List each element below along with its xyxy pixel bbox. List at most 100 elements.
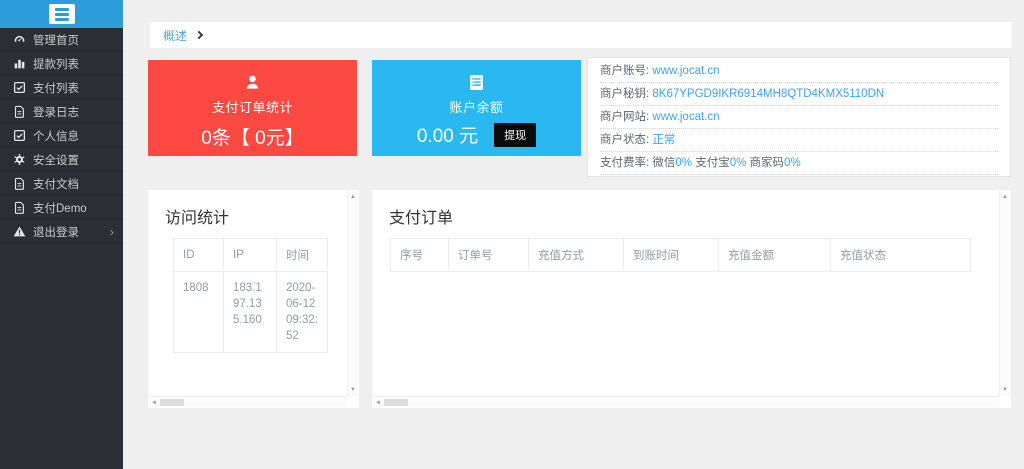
info-value-link[interactable]: 正常 (652, 134, 675, 146)
scroll-down-icon[interactable]: ▼ (348, 386, 358, 394)
list-icon (372, 60, 581, 92)
sidebar-item-profile[interactable]: 个人信息 (0, 124, 123, 148)
info-value-link[interactable]: 8K67YPGD9IKR6914MH8QTD4KMX5110DN (652, 88, 884, 100)
table-row: 1808183.197.135.1602020-06-12 09:32:52 (174, 272, 328, 353)
breadcrumb-link-overview[interactable]: 概述 (163, 27, 187, 44)
sidebar-menu: 管理首页提款列表支付列表登录日志个人信息安全设置支付文档支付Demo 退出登录 › (0, 28, 123, 244)
payment-stats-card: 支付订单统计 0条【 0元】 (148, 60, 357, 156)
chevron-right-icon (195, 30, 203, 38)
gears-icon (13, 153, 27, 166)
scroll-left-icon[interactable]: ◄ (375, 399, 381, 407)
column-header: 充值金额 (719, 239, 831, 272)
table-header-row: 序号订单号充值方式到账时间充值金额充值状态 (391, 239, 971, 272)
info-label: 商户状态: (600, 134, 652, 146)
warning-icon (13, 225, 27, 238)
column-header: 订单号 (449, 239, 529, 272)
sidebar-item-label: 支付Demo (33, 200, 87, 216)
chevron-right-icon: › (110, 226, 114, 238)
info-value-link[interactable]: www.jocat.cn (652, 65, 719, 77)
vertical-scrollbar[interactable]: ▲ ▼ (347, 191, 358, 396)
menu-icon[interactable] (49, 4, 75, 24)
horizontal-scrollbar[interactable]: ◄ (149, 396, 347, 407)
info-label: 商家码 (746, 157, 784, 169)
visit-stats-title: 访问统计 (148, 190, 359, 238)
sidebar-item-label: 登录日志 (33, 104, 79, 120)
merchant-info-row: 支付费率: 微信0% 支付宝0% 商家码0% (600, 152, 998, 175)
user-icon (148, 60, 357, 92)
table-cell: 2020-06-12 09:32:52 (277, 272, 328, 353)
sidebar-item-label: 支付文档 (33, 176, 79, 192)
sidebar-header (0, 0, 123, 28)
payment-stats-value: 0条【 0元】 (148, 123, 357, 150)
info-label: 支付宝 (692, 157, 730, 169)
info-label: 微信 (652, 157, 675, 169)
file-icon (13, 105, 27, 118)
sidebar: 管理首页提款列表支付列表登录日志个人信息安全设置支付文档支付Demo 退出登录 › (0, 0, 123, 469)
sidebar-item-label: 提款列表 (33, 56, 79, 72)
dashboard-icon (13, 33, 27, 46)
info-label: 支付费率: (600, 157, 652, 169)
file-icon (13, 177, 27, 190)
scroll-left-icon[interactable]: ◄ (151, 399, 157, 407)
table-cell: 1808 (174, 272, 224, 353)
column-header: 到账时间 (624, 239, 719, 272)
check-square-icon (13, 129, 27, 142)
sidebar-item-logout[interactable]: 退出登录 › (0, 220, 123, 244)
payment-stats-title: 支付订单统计 (148, 97, 357, 116)
info-value-link[interactable]: 0% (730, 157, 747, 169)
column-header: 充值状态 (831, 239, 971, 272)
merchant-info-row: 昨日收款: 0，今日收款: 0 (600, 175, 998, 177)
table-cell: 183.197.135.160 (224, 272, 277, 353)
scroll-up-icon[interactable]: ▲ (348, 193, 358, 201)
payment-orders-table: 序号订单号充值方式到账时间充值金额充值状态 (390, 238, 971, 272)
visit-stats-panel: 访问统计 IDIP时间1808183.197.135.1602020-06-12… (148, 190, 359, 408)
sidebar-item-payment-docs[interactable]: 支付文档 (0, 172, 123, 196)
scrollbar-thumb[interactable] (160, 399, 184, 406)
sidebar-item-security-settings[interactable]: 安全设置 (0, 148, 123, 172)
column-header: 序号 (391, 239, 449, 272)
sidebar-item-label: 退出登录 (33, 224, 79, 240)
scroll-up-icon[interactable]: ▲ (1000, 193, 1010, 201)
sidebar-item-label: 支付列表 (33, 80, 79, 96)
sidebar-item-login-log[interactable]: 登录日志 (0, 100, 123, 124)
bar-chart-icon (13, 57, 27, 70)
main-content: 概述 支付订单统计 0条【 0元】 账户余额 0.00 元 提现 商户账号: w… (123, 0, 1024, 469)
column-header: 充值方式 (529, 239, 624, 272)
merchant-info-row: 商户账号: www.jocat.cn (600, 60, 998, 83)
merchant-info-panel: 商户账号: www.jocat.cn商户秘钥: 8K67YPGD9IKR6914… (587, 57, 1011, 177)
table-header-row: IDIP时间 (174, 239, 328, 272)
sidebar-item-admin-home[interactable]: 管理首页 (0, 28, 123, 52)
withdraw-button[interactable]: 提现 (494, 123, 536, 147)
sidebar-item-payment-list[interactable]: 支付列表 (0, 76, 123, 100)
sidebar-item-payment-demo[interactable]: 支付Demo (0, 196, 123, 220)
info-label: 商户账号: (600, 65, 652, 77)
sidebar-item-label: 个人信息 (33, 128, 79, 144)
info-value-link[interactable]: www.jocat.cn (652, 111, 719, 123)
file-icon (13, 201, 27, 214)
check-square-icon (13, 81, 27, 94)
column-header: ID (174, 239, 224, 272)
info-value-link[interactable]: 0% (675, 157, 692, 169)
scrollbar-thumb[interactable] (384, 399, 408, 406)
scroll-down-icon[interactable]: ▼ (1000, 386, 1010, 394)
sidebar-item-label: 管理首页 (33, 32, 79, 48)
merchant-info-row: 商户秘钥: 8K67YPGD9IKR6914MH8QTD4KMX5110DN (600, 83, 998, 106)
visit-stats-table: IDIP时间1808183.197.135.1602020-06-12 09:3… (173, 238, 328, 353)
vertical-scrollbar[interactable]: ▲ ▼ (999, 191, 1010, 396)
merchant-info-row: 商户网站: www.jocat.cn (600, 106, 998, 129)
merchant-info-row: 商户状态: 正常 (600, 129, 998, 152)
horizontal-scrollbar[interactable]: ◄ (373, 396, 999, 407)
breadcrumb: 概述 (150, 22, 1012, 48)
sidebar-item-withdraw-list[interactable]: 提款列表 (0, 52, 123, 76)
sidebar-item-label: 安全设置 (33, 152, 79, 168)
column-header: IP (224, 239, 277, 272)
info-value-link[interactable]: 0% (784, 157, 801, 169)
balance-value: 0.00 元 (417, 121, 478, 148)
info-label: 商户秘钥: (600, 88, 652, 100)
payment-orders-panel: 支付订单 序号订单号充值方式到账时间充值金额充值状态 ▲ ▼ ◄ (372, 190, 1011, 408)
column-header: 时间 (277, 239, 328, 272)
info-label: 商户网站: (600, 111, 652, 123)
payment-orders-title: 支付订单 (372, 190, 1011, 238)
balance-title: 账户余额 (372, 97, 581, 116)
balance-card: 账户余额 0.00 元 提现 (372, 60, 581, 156)
